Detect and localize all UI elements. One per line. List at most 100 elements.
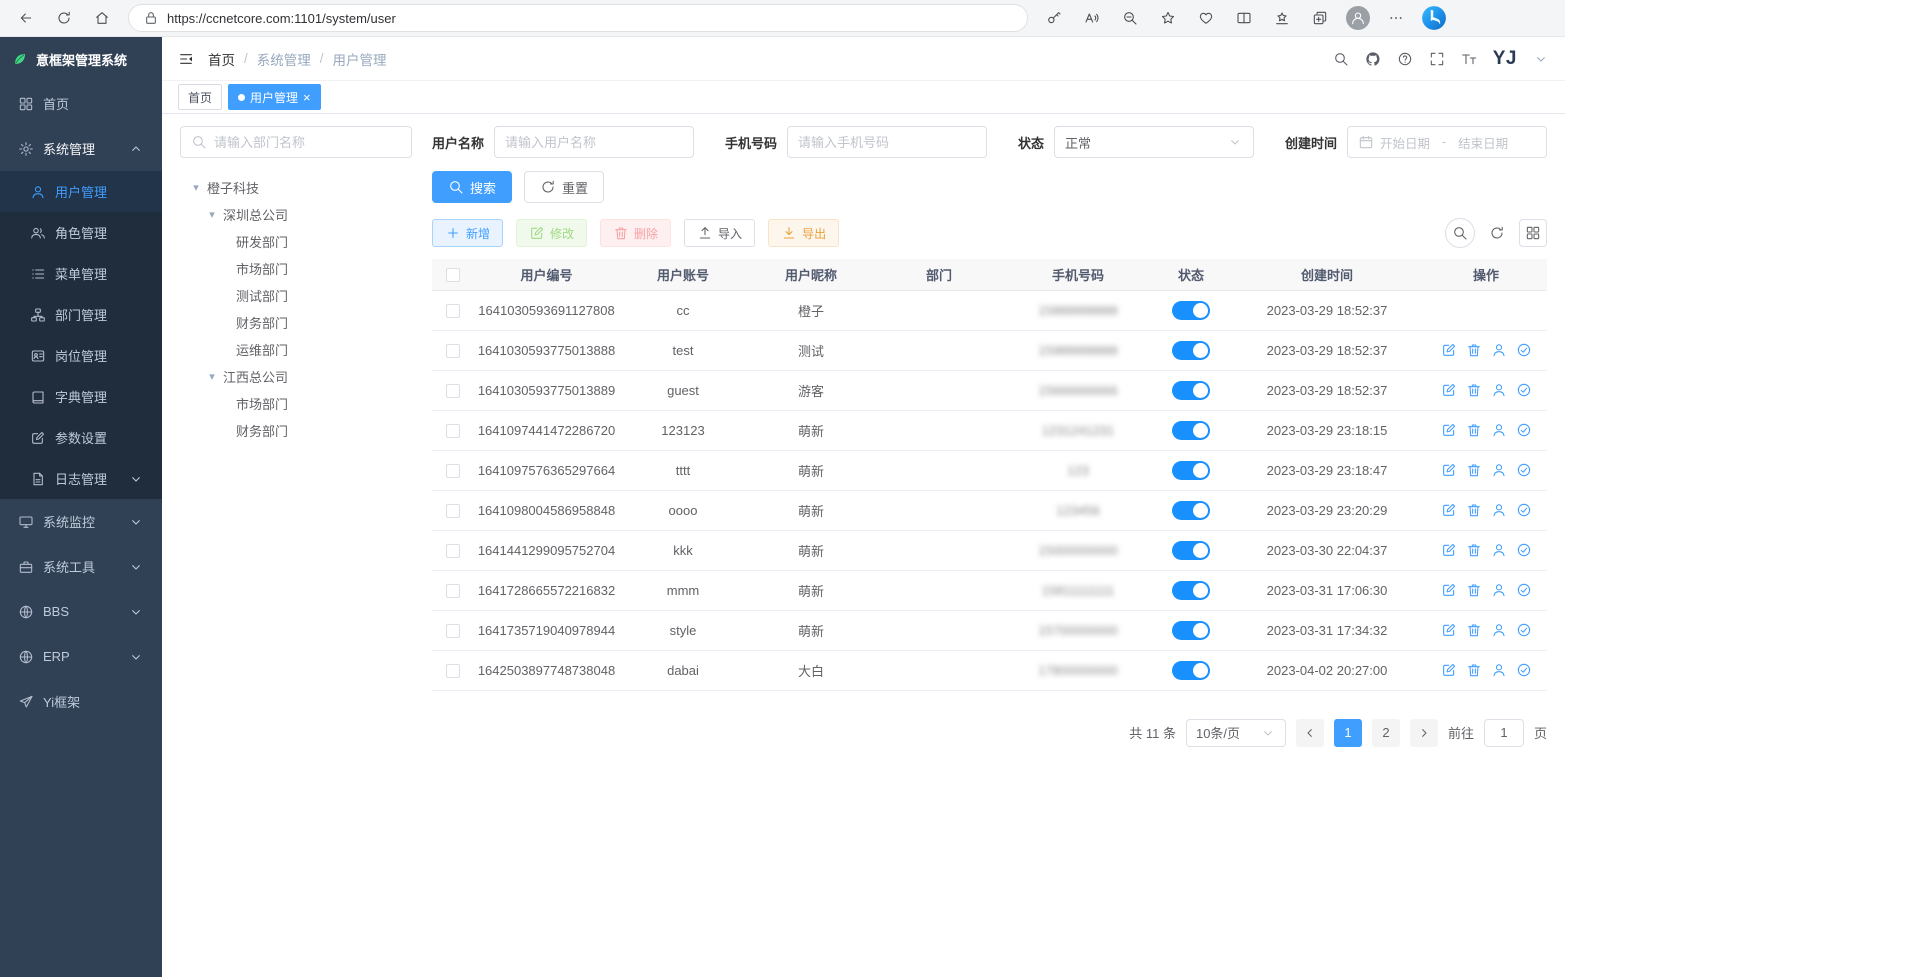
tree-caret-icon[interactable]: ▾ bbox=[206, 370, 218, 383]
tree-node-dept[interactable]: 财务部门 bbox=[180, 417, 412, 444]
status-toggle[interactable] bbox=[1172, 461, 1210, 480]
favorites-bar-icon[interactable] bbox=[1264, 2, 1300, 34]
tree-node-dept[interactable]: 市场部门 bbox=[180, 255, 412, 282]
phone-input[interactable] bbox=[798, 135, 976, 150]
next-page-button[interactable] bbox=[1410, 719, 1438, 747]
favorite-star-icon[interactable] bbox=[1150, 2, 1186, 34]
delete-icon[interactable] bbox=[1466, 342, 1482, 358]
status-toggle[interactable] bbox=[1172, 341, 1210, 360]
column-grid-icon[interactable] bbox=[1519, 219, 1547, 247]
reload-icon[interactable] bbox=[46, 2, 82, 34]
row-checkbox[interactable] bbox=[446, 344, 460, 358]
tree-node-dept[interactable]: 研发部门 bbox=[180, 228, 412, 255]
sidebar-item-tools[interactable]: 系统工具 bbox=[0, 544, 162, 589]
row-checkbox[interactable] bbox=[446, 424, 460, 438]
select-all-checkbox[interactable] bbox=[446, 268, 460, 282]
sidebar-item-roles[interactable]: 角色管理 bbox=[0, 212, 162, 253]
reset-password-icon[interactable] bbox=[1491, 422, 1507, 438]
assign-role-icon[interactable] bbox=[1516, 662, 1532, 678]
reset-password-icon[interactable] bbox=[1491, 662, 1507, 678]
bing-icon[interactable] bbox=[1416, 2, 1452, 34]
tree-caret-icon[interactable]: ▾ bbox=[206, 208, 218, 221]
assign-role-icon[interactable] bbox=[1516, 422, 1532, 438]
url-text[interactable]: https://ccnetcore.com:1101/system/user bbox=[167, 11, 396, 26]
status-toggle[interactable] bbox=[1172, 301, 1210, 320]
breadcrumb-home[interactable]: 首页 bbox=[208, 49, 235, 69]
font-size-icon[interactable] bbox=[1461, 51, 1477, 67]
zoom-out-icon[interactable] bbox=[1112, 2, 1148, 34]
sidebar-item-home[interactable]: 首页 bbox=[0, 81, 162, 126]
reset-button[interactable]: 重置 bbox=[524, 171, 604, 203]
status-toggle[interactable] bbox=[1172, 661, 1210, 680]
dept-search-input[interactable] bbox=[214, 135, 401, 150]
help-icon[interactable] bbox=[1397, 51, 1413, 67]
assign-role-icon[interactable] bbox=[1516, 462, 1532, 478]
reset-password-icon[interactable] bbox=[1491, 382, 1507, 398]
delete-icon[interactable] bbox=[1466, 622, 1482, 638]
edit-icon[interactable] bbox=[1441, 622, 1457, 638]
delete-icon[interactable] bbox=[1466, 422, 1482, 438]
row-checkbox[interactable] bbox=[446, 384, 460, 398]
sidebar-item-system[interactable]: 系统管理 bbox=[0, 126, 162, 171]
prev-page-button[interactable] bbox=[1296, 719, 1324, 747]
search-icon[interactable] bbox=[1333, 51, 1349, 67]
delete-button[interactable]: 删除 bbox=[600, 219, 671, 247]
assign-role-icon[interactable] bbox=[1516, 582, 1532, 598]
delete-icon[interactable] bbox=[1466, 382, 1482, 398]
page-button-2[interactable]: 2 bbox=[1372, 719, 1400, 747]
assign-role-icon[interactable] bbox=[1516, 622, 1532, 638]
toggle-search-icon[interactable] bbox=[1445, 218, 1475, 248]
more-icon[interactable] bbox=[1378, 2, 1414, 34]
reset-password-icon[interactable] bbox=[1491, 502, 1507, 518]
add-button[interactable]: 新增 bbox=[432, 219, 503, 247]
row-checkbox[interactable] bbox=[446, 304, 460, 318]
back-icon[interactable] bbox=[8, 2, 44, 34]
sidebar-item-bbs[interactable]: BBS bbox=[0, 589, 162, 634]
key-icon[interactable] bbox=[1036, 2, 1072, 34]
edit-icon[interactable] bbox=[1441, 662, 1457, 678]
profile-icon[interactable] bbox=[1340, 2, 1376, 34]
tree-node-root[interactable]: ▾ 橙子科技 bbox=[180, 174, 412, 201]
delete-icon[interactable] bbox=[1466, 502, 1482, 518]
chevron-down-icon[interactable] bbox=[1533, 51, 1549, 67]
close-icon[interactable]: × bbox=[303, 91, 311, 104]
edit-icon[interactable] bbox=[1441, 542, 1457, 558]
page-size-select[interactable]: 10条/页 bbox=[1186, 719, 1286, 747]
status-toggle[interactable] bbox=[1172, 581, 1210, 600]
sidebar-item-yiframework[interactable]: Yi框架 bbox=[0, 679, 162, 724]
edit-icon[interactable] bbox=[1441, 382, 1457, 398]
edit-icon[interactable] bbox=[1441, 342, 1457, 358]
reset-password-icon[interactable] bbox=[1491, 342, 1507, 358]
edit-icon[interactable] bbox=[1441, 502, 1457, 518]
goto-page-input[interactable] bbox=[1484, 719, 1524, 747]
menu-fold-icon[interactable] bbox=[178, 51, 194, 67]
tree-caret-icon[interactable]: ▾ bbox=[190, 181, 202, 194]
edit-icon[interactable] bbox=[1441, 422, 1457, 438]
export-button[interactable]: 导出 bbox=[768, 219, 839, 247]
read-aloud-icon[interactable] bbox=[1074, 2, 1110, 34]
github-icon[interactable] bbox=[1365, 51, 1381, 67]
address-bar[interactable]: https://ccnetcore.com:1101/system/user bbox=[128, 4, 1028, 32]
sidebar-item-erp[interactable]: ERP bbox=[0, 634, 162, 679]
tab-user-management[interactable]: 用户管理 × bbox=[228, 84, 321, 110]
status-toggle[interactable] bbox=[1172, 541, 1210, 560]
tree-node-dept[interactable]: 市场部门 bbox=[180, 390, 412, 417]
status-toggle[interactable] bbox=[1172, 621, 1210, 640]
tree-node-dept[interactable]: 运维部门 bbox=[180, 336, 412, 363]
sidebar-item-users[interactable]: 用户管理 bbox=[0, 171, 162, 212]
delete-icon[interactable] bbox=[1466, 542, 1482, 558]
home-icon[interactable] bbox=[84, 2, 120, 34]
reset-password-icon[interactable] bbox=[1491, 582, 1507, 598]
status-toggle[interactable] bbox=[1172, 421, 1210, 440]
row-checkbox[interactable] bbox=[446, 664, 460, 678]
delete-icon[interactable] bbox=[1466, 462, 1482, 478]
date-range-picker[interactable]: 开始日期 - 结束日期 bbox=[1347, 126, 1547, 158]
delete-icon[interactable] bbox=[1466, 662, 1482, 678]
username-input[interactable] bbox=[505, 135, 683, 150]
status-toggle[interactable] bbox=[1172, 381, 1210, 400]
sidebar-item-posts[interactable]: 岗位管理 bbox=[0, 335, 162, 376]
row-checkbox[interactable] bbox=[446, 584, 460, 598]
edit-icon[interactable] bbox=[1441, 582, 1457, 598]
sidebar-item-monitor[interactable]: 系统监控 bbox=[0, 499, 162, 544]
tree-node-company[interactable]: ▾ 深圳总公司 bbox=[180, 201, 412, 228]
